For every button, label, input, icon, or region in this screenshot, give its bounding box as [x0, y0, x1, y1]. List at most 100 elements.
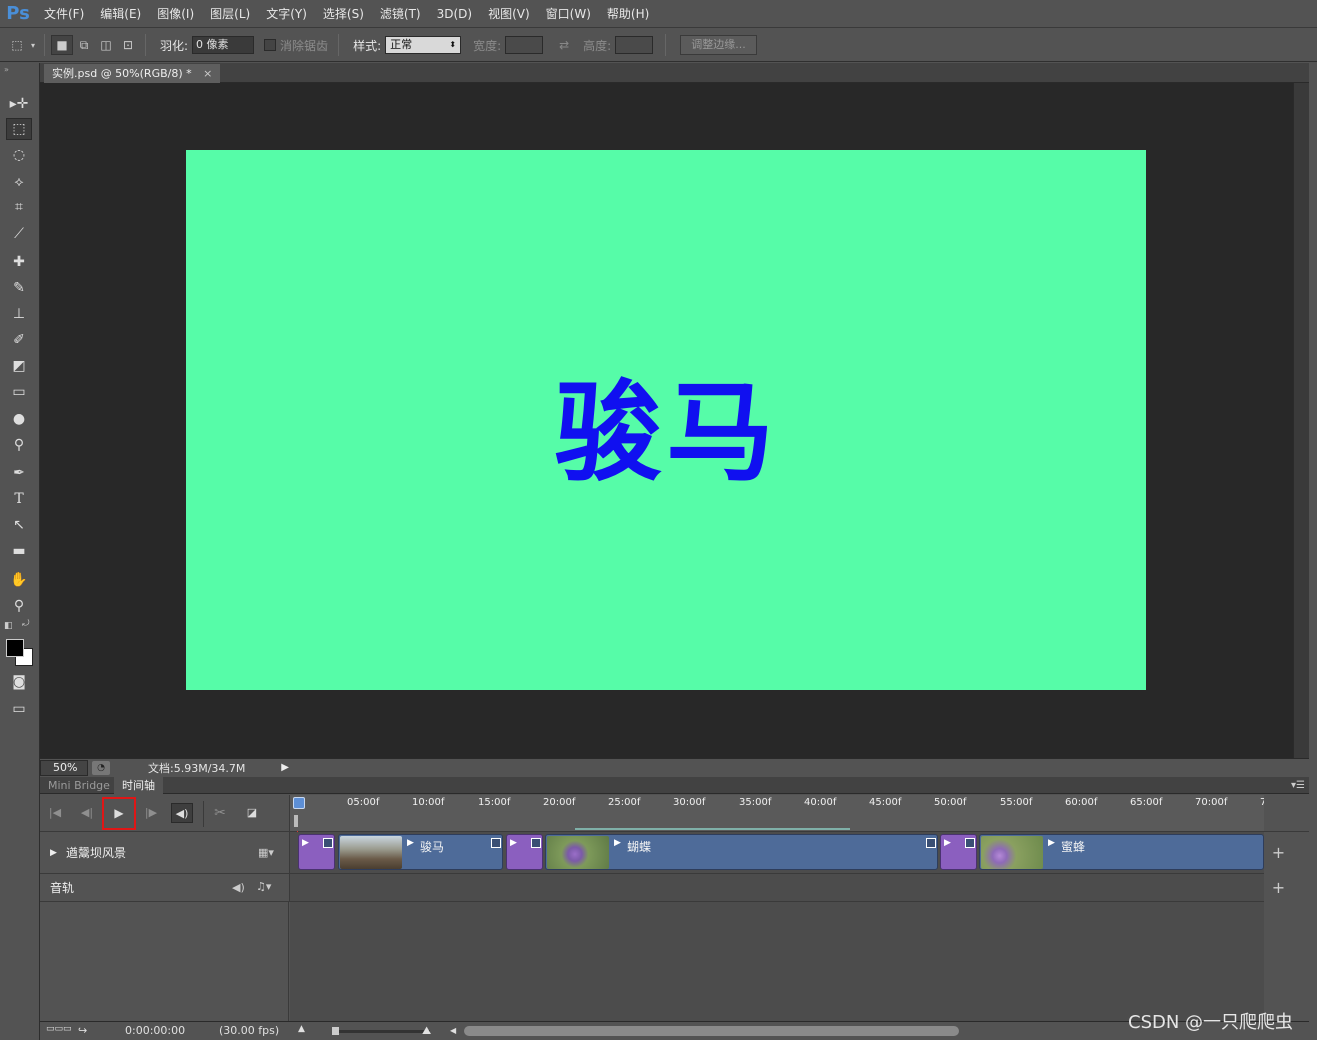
split-scissors-icon[interactable]: ✂ [209, 803, 231, 823]
speaker-icon[interactable]: ◀) [232, 881, 245, 894]
menu-file[interactable]: 文件(F) [36, 0, 92, 28]
transition-clip[interactable]: ▶ [940, 834, 977, 870]
zoom-tool-icon[interactable]: ⚲ [6, 595, 32, 617]
menu-select[interactable]: 选择(S) [315, 0, 372, 28]
foreground-color-swatch[interactable] [6, 639, 24, 657]
panel-menu-icon[interactable]: ▾☰ [1291, 777, 1305, 794]
timeline-zoom-knob[interactable] [332, 1027, 339, 1035]
add-media-button[interactable]: + [1264, 840, 1293, 866]
menu-window[interactable]: 窗口(W) [538, 0, 599, 28]
timeline-horizontal-scrollbar[interactable] [464, 1026, 959, 1036]
frame-animation-icon[interactable]: ▭▭▭ [46, 1024, 72, 1034]
zoom-out-mountain-icon[interactable]: ▲ [298, 1024, 305, 1034]
preset-dropdown-icon[interactable]: ▾ [28, 35, 38, 55]
menu-filter[interactable]: 滤镜(T) [372, 0, 429, 28]
eyedropper-tool-icon[interactable]: ⟋ [6, 223, 32, 245]
audio-track-header[interactable]: 音轨 ◀) ♫▾ [40, 874, 289, 902]
hand-tool-icon[interactable]: ✋ [6, 569, 32, 591]
play-button[interactable]: ▶ [102, 797, 136, 830]
shape-tool-icon[interactable]: ▬ [6, 540, 32, 562]
new-selection-icon[interactable]: ■ [51, 35, 73, 55]
gradient-tool-icon[interactable]: ▭ [6, 381, 32, 403]
add-audio-button[interactable]: + [1264, 876, 1293, 900]
menu-edit[interactable]: 编辑(E) [92, 0, 149, 28]
feather-input[interactable]: 0 像素 [192, 36, 255, 54]
healing-brush-tool-icon[interactable]: ✚ [6, 251, 32, 273]
antialias-checkbox[interactable] [264, 39, 277, 51]
render-video-icon[interactable]: ↪ [78, 1024, 87, 1037]
pen-tool-icon[interactable]: ✒ [6, 462, 32, 484]
video-clip[interactable]: ▶ 蝴蝶 [545, 834, 938, 870]
zoom-in-mountain-icon[interactable]: ⛰ [422, 1024, 431, 1038]
zoom-level-field[interactable]: 50% [40, 759, 88, 776]
subtract-selection-icon[interactable]: ◫ [95, 35, 117, 55]
width-input[interactable] [505, 36, 544, 54]
playhead-handle-icon[interactable] [293, 797, 305, 809]
timeline-ruler[interactable]: 05:00f 10:00f 15:00f 20:00f 25:00f 30:00… [289, 795, 1266, 901]
move-tool-icon[interactable]: ▸✛ [6, 93, 32, 115]
canvas-text-layer[interactable]: 骏马 [554, 346, 778, 502]
clip-name: 蜜蜂 [1061, 840, 1086, 854]
marquee-preset-icon[interactable]: ⬚ [6, 35, 28, 55]
history-brush-tool-icon[interactable]: ✐ [6, 329, 32, 351]
transition-clip[interactable]: ▶ [298, 834, 335, 870]
tab-mini-bridge[interactable]: Mini Bridge [40, 777, 118, 794]
video-clip[interactable]: ▶ 蜜蜂 [979, 834, 1264, 870]
video-track-lane[interactable]: ▶ ▶ 骏马 ▶ ▶ 蝴蝶 ▶ ▶ 蜜蜂 [289, 832, 1264, 874]
path-select-tool-icon[interactable]: ↖ [6, 514, 32, 536]
vertical-scrollbar[interactable] [1293, 83, 1309, 758]
scroll-left-arrow-icon[interactable]: ◀ [450, 1026, 456, 1035]
select-arrows-icon: ⬍ [449, 40, 457, 49]
tab-timeline[interactable]: 时间轴 [114, 777, 163, 794]
transition-clip[interactable]: ▶ [506, 834, 543, 870]
status-info-icon[interactable]: ◔ [92, 760, 110, 775]
eraser-tool-icon[interactable]: ◩ [6, 355, 32, 377]
film-strip-icon[interactable]: ▦▾ [258, 846, 274, 859]
document-tab[interactable]: 实例.psd @ 50%(RGB/8) * × [44, 64, 221, 83]
swap-colors-icon[interactable]: ⤾ [22, 619, 30, 629]
close-icon[interactable]: × [203, 67, 212, 80]
video-clip[interactable]: ▶ 骏马 [338, 834, 503, 870]
status-menu-arrow-icon[interactable]: ▶ [281, 762, 289, 773]
work-area-start-handle[interactable] [294, 815, 298, 827]
audio-track-lane[interactable] [289, 874, 1264, 902]
crop-tool-icon[interactable]: ⌗ [6, 196, 32, 218]
quick-mask-icon[interactable]: ◙ [6, 671, 32, 693]
default-colors-icon[interactable]: ◧ [4, 621, 13, 631]
work-area-bar[interactable] [575, 828, 850, 830]
video-track-header[interactable]: ▶ 遒鬶坝风景 ▦▾ [40, 832, 289, 874]
document-canvas[interactable]: 骏马 [186, 150, 1146, 690]
menu-layer[interactable]: 图层(L) [202, 0, 258, 28]
style-select[interactable]: 正常 ⬍ [385, 36, 462, 54]
dodge-tool-icon[interactable]: ⚲ [6, 434, 32, 456]
previous-frame-icon[interactable]: ◀| [76, 803, 98, 823]
height-input[interactable] [615, 36, 654, 54]
screen-mode-icon[interactable]: ▭ [6, 698, 32, 720]
stamp-tool-icon[interactable]: ⊥ [6, 303, 32, 325]
next-frame-icon[interactable]: |▶ [140, 803, 162, 823]
menu-image[interactable]: 图像(I) [149, 0, 202, 28]
audio-mute-icon[interactable]: ◀) [171, 803, 193, 823]
menu-view[interactable]: 视图(V) [480, 0, 538, 28]
menu-type[interactable]: 文字(Y) [258, 0, 315, 28]
brush-tool-icon[interactable]: ✎ [6, 277, 32, 299]
music-note-icon[interactable]: ♫▾ [256, 880, 271, 893]
transition-icon[interactable]: ◪ [241, 803, 263, 823]
swap-icon[interactable]: ⇄ [553, 35, 575, 55]
refine-edge-button[interactable]: 调整边缘... [680, 35, 757, 55]
menu-help[interactable]: 帮助(H) [599, 0, 657, 28]
canvas-area[interactable]: 骏马 [40, 83, 1293, 758]
go-to-first-frame-icon[interactable]: |◀ [44, 803, 66, 823]
toolbox-grip[interactable]: » [4, 65, 9, 74]
clip-thumbnail [981, 836, 1043, 869]
add-selection-icon[interactable]: ⧉ [73, 35, 95, 55]
blur-tool-icon[interactable]: ● [6, 408, 32, 430]
menu-3d[interactable]: 3D(D) [429, 0, 480, 28]
quick-select-tool-icon[interactable]: ⟡ [6, 171, 32, 193]
marquee-tool-icon[interactable]: ⬚ [6, 118, 32, 140]
type-tool-icon[interactable]: T [6, 488, 32, 510]
intersect-selection-icon[interactable]: ⊡ [117, 35, 139, 55]
timeline-zoom-slider[interactable] [338, 1030, 430, 1033]
lasso-tool-icon[interactable]: ◌ [6, 144, 32, 166]
expand-track-icon[interactable]: ▶ [50, 848, 60, 858]
